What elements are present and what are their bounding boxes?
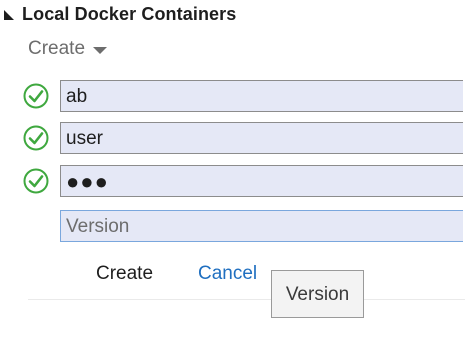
divider bbox=[28, 299, 465, 300]
section-title: Local Docker Containers bbox=[22, 3, 237, 24]
create-dropdown-label: Create bbox=[28, 38, 86, 59]
create-button[interactable]: Create bbox=[96, 263, 153, 285]
tooltip-text: Version bbox=[285, 284, 350, 305]
field-row-user bbox=[22, 121, 463, 155]
version-field[interactable] bbox=[60, 210, 463, 242]
cancel-link[interactable]: Cancel bbox=[198, 263, 257, 285]
create-dropdown[interactable]: Create bbox=[28, 38, 108, 60]
check-circle-icon bbox=[23, 168, 49, 194]
password-field[interactable] bbox=[60, 165, 463, 197]
user-field[interactable] bbox=[60, 122, 463, 154]
section-header[interactable]: Local Docker Containers bbox=[4, 2, 236, 26]
version-tooltip: Version bbox=[271, 270, 364, 318]
field-row-password bbox=[22, 164, 463, 198]
name-field[interactable] bbox=[60, 80, 463, 112]
caret-down-icon bbox=[93, 46, 108, 54]
check-circle-icon bbox=[23, 125, 49, 151]
field-row-version bbox=[60, 209, 463, 243]
check-circle-icon bbox=[23, 83, 49, 109]
collapse-triangle-icon[interactable] bbox=[4, 9, 14, 20]
field-row-name bbox=[22, 79, 463, 113]
